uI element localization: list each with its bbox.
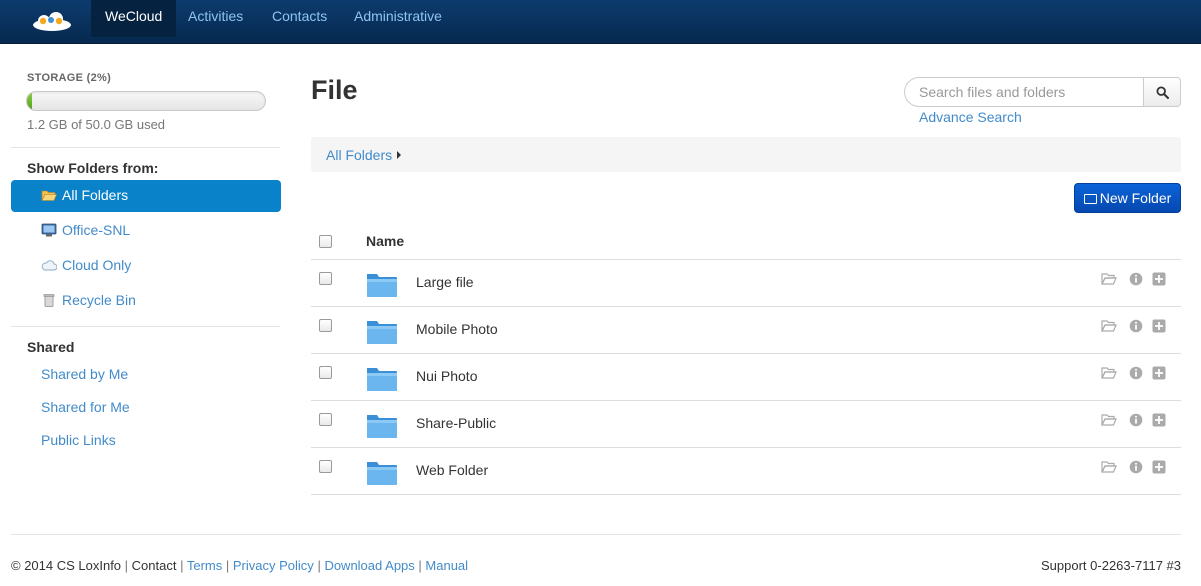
- info-icon[interactable]: [1128, 272, 1144, 286]
- sidebar-item-label: Cloud Only: [62, 257, 132, 273]
- cloud-icon: [41, 260, 57, 271]
- row-name[interactable]: Large file: [416, 274, 474, 290]
- sidebar-link-shared-for-me[interactable]: Shared for Me: [41, 399, 130, 415]
- sidebar-item-label: Recycle Bin: [62, 292, 136, 308]
- nav-activities[interactable]: Activities: [174, 0, 257, 37]
- breadcrumb: All Folders: [311, 137, 1181, 172]
- row-checkbox[interactable]: [319, 366, 332, 379]
- column-header-name[interactable]: Name: [366, 233, 404, 249]
- storage-title: STORAGE (2%): [27, 72, 112, 84]
- sidebar-item-cloud-only[interactable]: Cloud Only: [11, 250, 281, 282]
- search-input[interactable]: [904, 77, 1144, 107]
- top-navbar: WeCloud Activities Contacts Administrati…: [0, 0, 1201, 44]
- footer-contact-link[interactable]: Contact: [132, 558, 177, 573]
- add-icon[interactable]: [1151, 413, 1167, 427]
- row-checkbox[interactable]: [319, 272, 332, 285]
- footer-support: Support 0-2263-7117 #3: [1041, 558, 1181, 573]
- footer-download-apps-link[interactable]: Download Apps: [324, 558, 414, 573]
- info-icon[interactable]: [1128, 413, 1144, 427]
- breadcrumb-label: All Folders: [326, 147, 393, 163]
- table-row[interactable]: Mobile Photo: [311, 307, 1181, 354]
- sidebar-divider: [11, 147, 280, 148]
- show-folders-heading: Show Folders from:: [27, 160, 159, 176]
- folder-icon[interactable]: [366, 365, 398, 392]
- table-row[interactable]: Nui Photo: [311, 354, 1181, 401]
- nav-wecloud[interactable]: WeCloud: [91, 0, 177, 37]
- folder-icon[interactable]: [366, 459, 398, 486]
- page-title: File: [311, 75, 358, 105]
- row-name[interactable]: Share-Public: [416, 415, 496, 431]
- info-icon[interactable]: [1128, 366, 1144, 380]
- table-row[interactable]: Share-Public: [311, 401, 1181, 448]
- folder-icon: [1083, 194, 1097, 204]
- advance-search-link[interactable]: Advance Search: [919, 109, 1022, 125]
- breadcrumb-all-folders[interactable]: All Folders: [326, 147, 402, 163]
- storage-used-text: 1.2 GB of 50.0 GB used: [27, 117, 166, 132]
- storage-progress-fill: [27, 92, 32, 110]
- sidebar-divider: [11, 326, 280, 327]
- table-row[interactable]: Web Folder: [311, 448, 1181, 495]
- add-icon[interactable]: [1151, 319, 1167, 333]
- folder-open-icon: [41, 190, 57, 201]
- open-folder-icon[interactable]: [1101, 319, 1117, 333]
- add-icon[interactable]: [1151, 366, 1167, 380]
- footer-privacy-link[interactable]: Privacy Policy: [233, 558, 314, 573]
- sidebar-item-office-snl[interactable]: Office-SNL: [11, 215, 281, 247]
- search-icon: [1156, 86, 1169, 99]
- search-button[interactable]: [1143, 77, 1181, 107]
- footer-terms-link[interactable]: Terms: [187, 558, 222, 573]
- sidebar-item-all-folders[interactable]: All Folders: [11, 180, 281, 212]
- table-header: Name: [311, 222, 1181, 260]
- footer-manual-link[interactable]: Manual: [425, 558, 468, 573]
- open-folder-icon[interactable]: [1101, 272, 1117, 286]
- row-name[interactable]: Nui Photo: [416, 368, 477, 384]
- open-folder-icon[interactable]: [1101, 413, 1117, 427]
- folder-icon[interactable]: [366, 412, 398, 439]
- sidebar-link-shared-by-me[interactable]: Shared by Me: [41, 366, 128, 382]
- row-checkbox[interactable]: [319, 460, 332, 473]
- open-folder-icon[interactable]: [1101, 366, 1117, 380]
- new-folder-label: New Folder: [1099, 190, 1172, 206]
- new-folder-button[interactable]: New Folder: [1074, 183, 1181, 213]
- footer-left: © 2014 CS LoxInfo | Contact | Terms | Pr…: [11, 558, 469, 573]
- row-checkbox[interactable]: [319, 319, 332, 332]
- info-icon[interactable]: [1128, 460, 1144, 474]
- sidebar-link-public-links[interactable]: Public Links: [41, 432, 116, 448]
- search-group: [904, 77, 1181, 107]
- monitor-icon: [41, 223, 57, 237]
- storage-progress-bar: [26, 91, 266, 111]
- footer-copyright: © 2014 CS LoxInfo: [11, 558, 122, 573]
- add-icon[interactable]: [1151, 460, 1167, 474]
- sidebar-item-label: All Folders: [62, 187, 129, 203]
- sidebar-item-recycle-bin[interactable]: Recycle Bin: [11, 285, 281, 317]
- select-all-checkbox[interactable]: [319, 235, 332, 248]
- open-folder-icon[interactable]: [1101, 460, 1117, 474]
- table-row[interactable]: Large file: [311, 260, 1181, 307]
- footer-divider: [11, 534, 1181, 535]
- nav-administrative[interactable]: Administrative: [340, 0, 456, 37]
- caret-right-icon: [397, 151, 402, 159]
- add-icon[interactable]: [1151, 272, 1167, 286]
- shared-heading: Shared: [27, 339, 75, 355]
- nav-contacts[interactable]: Contacts: [258, 0, 341, 37]
- sidebar-item-label: Office-SNL: [62, 222, 131, 238]
- folder-icon[interactable]: [366, 318, 398, 345]
- trash-icon: [43, 294, 55, 307]
- row-name[interactable]: Web Folder: [416, 462, 488, 478]
- row-checkbox[interactable]: [319, 413, 332, 426]
- row-name[interactable]: Mobile Photo: [416, 321, 498, 337]
- folder-icon[interactable]: [366, 271, 398, 298]
- info-icon[interactable]: [1128, 319, 1144, 333]
- wecloud-logo-icon[interactable]: [30, 8, 74, 34]
